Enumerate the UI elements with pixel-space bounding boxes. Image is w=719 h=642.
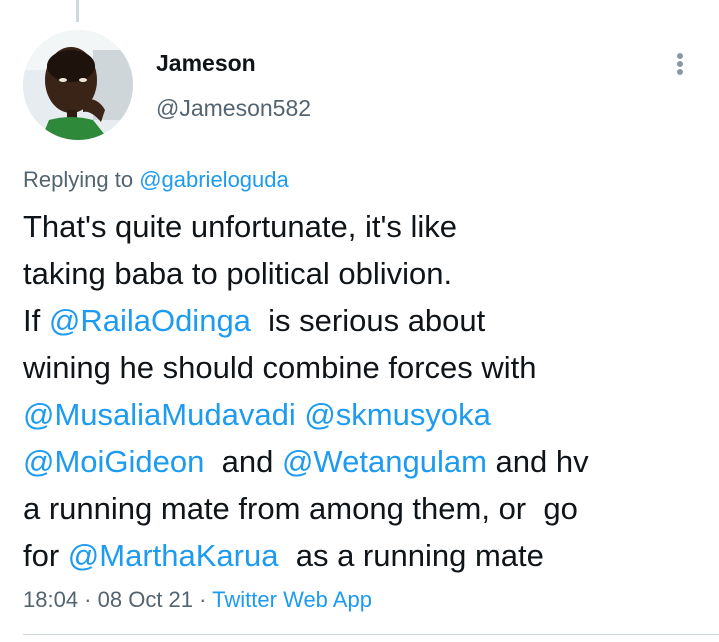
more-vertical-icon[interactable] bbox=[664, 44, 696, 84]
tweet-line: If @RailaOdinga is serious about bbox=[23, 297, 703, 344]
mention-link[interactable]: @Wetangulam bbox=[282, 444, 487, 479]
tweet-meta: 18:04 · 08 Oct 21 · Twitter Web App bbox=[23, 585, 372, 615]
tweet-source-link[interactable]: Twitter Web App bbox=[212, 587, 372, 612]
reply-target-link[interactable]: @gabrieloguda bbox=[139, 167, 289, 192]
more-dot bbox=[677, 53, 683, 59]
replying-to-prefix: Replying to bbox=[23, 167, 140, 192]
tweet-text-fragment: and bbox=[204, 444, 282, 479]
divider bbox=[23, 634, 719, 635]
author-handle[interactable]: @Jameson582 bbox=[156, 93, 311, 123]
tweet-text-fragment: and hv bbox=[486, 444, 589, 479]
tweet-text-fragment: for bbox=[23, 538, 68, 573]
tweet-time[interactable]: 18:04 bbox=[23, 587, 78, 612]
more-dot bbox=[677, 61, 683, 67]
tweet-line: for @MarthaKarua as a running mate bbox=[23, 532, 703, 579]
tweet-line: taking baba to political oblivion. bbox=[23, 256, 453, 291]
mention-link[interactable]: @skmusyoka bbox=[304, 397, 491, 432]
replying-to: Replying to @gabrieloguda bbox=[23, 165, 289, 195]
more-dot bbox=[677, 69, 683, 75]
tweet-text-fragment: If bbox=[23, 303, 49, 338]
mention-link[interactable]: @MoiGideon bbox=[23, 444, 204, 479]
tweet-line: @MusaliaMudavadi @skmusyoka bbox=[23, 391, 703, 438]
avatar-image bbox=[23, 30, 133, 140]
avatar[interactable] bbox=[23, 30, 133, 140]
tweet-text: That's quite unfortunate, it's like taki… bbox=[23, 203, 703, 579]
mention-link[interactable]: @MusaliaMudavadi bbox=[23, 397, 296, 432]
author-name[interactable]: Jameson bbox=[156, 48, 256, 78]
tweet-text-fragment: as a running mate bbox=[278, 538, 544, 573]
tweet-date[interactable]: 08 Oct 21 bbox=[98, 587, 193, 612]
mention-link[interactable]: @RailaOdinga bbox=[49, 303, 251, 338]
tweet-line: a running mate from among them, or go bbox=[23, 491, 578, 526]
tweet-line: @MoiGideon and @Wetangulam and hv bbox=[23, 438, 703, 485]
meta-separator: · bbox=[193, 587, 213, 612]
tweet-line: That's quite unfortunate, it's like bbox=[23, 209, 458, 244]
tweet-text-fragment: is serious about bbox=[250, 303, 486, 338]
mention-link[interactable]: @MarthaKarua bbox=[68, 538, 279, 573]
tweet-line: wining he should combine forces with bbox=[23, 350, 537, 385]
meta-separator: · bbox=[78, 587, 98, 612]
thread-connector-line bbox=[76, 0, 79, 22]
